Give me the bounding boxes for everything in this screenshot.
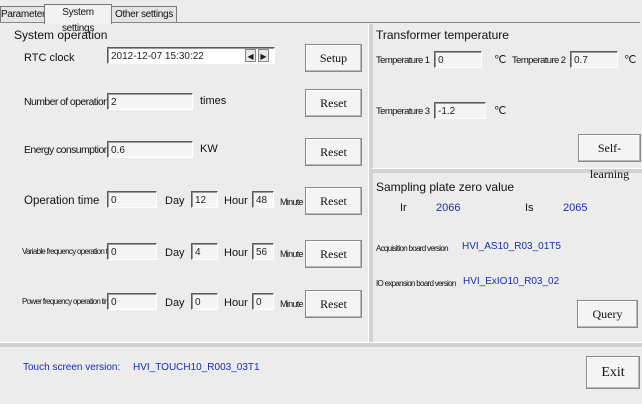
- vf-time-day-field[interactable]: 0: [107, 243, 157, 260]
- acquisition-board-value: HVI_AS10_R03_01T5: [462, 241, 561, 252]
- vf-time-hour-unit: Hour: [224, 247, 248, 259]
- pf-time-label: Power frequency operation time: [22, 297, 115, 306]
- io-board-label: IO expansion board version: [376, 279, 456, 288]
- vf-time-hour-field[interactable]: 4: [191, 243, 218, 260]
- rtc-clock-value: 2012-12-07 15:30:22: [111, 51, 204, 62]
- tab-parameters[interactable]: Parameters: [0, 6, 50, 23]
- pf-time-reset-button[interactable]: Reset: [305, 290, 362, 318]
- rtc-setup-button[interactable]: Setup: [305, 44, 362, 72]
- vf-time-minute-field[interactable]: 56: [252, 243, 274, 260]
- energy-field[interactable]: 0.6: [107, 141, 193, 158]
- tab-bar: Parameters System settings Other setting…: [0, 0, 642, 34]
- operations-unit: times: [200, 95, 227, 107]
- operations-label: Number of operations: [24, 96, 114, 108]
- ir-label: Ir: [400, 202, 407, 214]
- temperature-3-unit: ℃: [494, 105, 507, 117]
- arrow-right-icon[interactable]: ▶: [258, 49, 269, 62]
- divider-vertical: [368, 24, 373, 342]
- divider-bottom: [0, 342, 642, 347]
- io-board-value: HVI_ExIO10_R03_02: [463, 276, 560, 287]
- is-label: Is: [525, 202, 534, 214]
- is-value: 2065: [563, 202, 588, 214]
- temperature-2-label: Temperature 2: [512, 55, 566, 66]
- touch-screen-version-caption: Touch screen version:: [23, 362, 121, 373]
- operation-time-minute-unit: Minute: [280, 197, 304, 207]
- pf-time-day-unit: Day: [165, 297, 185, 309]
- operation-time-day-unit: Day: [165, 195, 185, 207]
- energy-label: Energy consumption: [24, 144, 110, 156]
- ir-value: 2066: [436, 202, 461, 214]
- temperature-2-unit: ℃: [624, 54, 637, 66]
- operation-time-day-field[interactable]: 0: [107, 191, 157, 208]
- operation-time-minute-field[interactable]: 48: [252, 191, 274, 208]
- touch-screen-version-label: Touch screen version:: [23, 362, 120, 373]
- temperature-2-field[interactable]: 0.7: [570, 51, 618, 68]
- transformer-title: Transformer temperature: [376, 28, 509, 42]
- energy-reset-button[interactable]: Reset: [305, 138, 362, 166]
- operations-field[interactable]: 2: [107, 93, 193, 110]
- temperature-1-label: Temperature 1: [376, 55, 430, 66]
- operation-time-hour-field[interactable]: 12: [191, 191, 218, 208]
- temperature-3-label: Temperature 3: [376, 106, 430, 117]
- arrow-left-icon[interactable]: ◀: [245, 49, 256, 62]
- operation-time-hour-unit: Hour: [224, 195, 248, 207]
- touch-screen-version-value: HVI_TOUCH10_R003_03T1: [133, 362, 260, 373]
- self-learning-button[interactable]: Self-learning: [578, 134, 641, 181]
- temperature-1-field[interactable]: 0: [434, 51, 482, 68]
- vf-time-minute-unit: Minute: [280, 249, 304, 259]
- pf-time-minute-field[interactable]: 0: [252, 293, 274, 310]
- operation-time-label: Operation time: [24, 195, 100, 207]
- energy-unit: KW: [200, 143, 218, 155]
- rtc-clock-field[interactable]: 2012-12-07 15:30:22 ◀ ▶: [107, 47, 275, 64]
- pf-time-day-field[interactable]: 0: [107, 293, 157, 310]
- rtc-clock-label: RTC clock: [24, 52, 75, 64]
- vf-time-day-unit: Day: [165, 247, 185, 259]
- query-button[interactable]: Query: [577, 300, 638, 328]
- vf-time-label: Variable frequency operation time: [22, 247, 119, 256]
- operations-reset-button[interactable]: Reset: [305, 89, 362, 117]
- pf-time-hour-field[interactable]: 0: [191, 293, 218, 310]
- temperature-3-field[interactable]: -1.2: [434, 102, 486, 119]
- exit-button[interactable]: Exit: [586, 356, 640, 389]
- sampling-title: Sampling plate zero value: [376, 180, 515, 194]
- operation-time-reset-button[interactable]: Reset: [305, 187, 362, 215]
- temperature-1-unit: ℃: [494, 54, 507, 66]
- acquisition-board-label: Acquisition board version: [376, 244, 449, 253]
- tab-other-settings[interactable]: Other settings: [111, 6, 177, 23]
- pf-time-hour-unit: Hour: [224, 297, 248, 309]
- pf-time-minute-unit: Minute: [280, 299, 304, 309]
- vf-time-reset-button[interactable]: Reset: [305, 240, 362, 268]
- tab-system-settings[interactable]: System settings: [44, 4, 112, 34]
